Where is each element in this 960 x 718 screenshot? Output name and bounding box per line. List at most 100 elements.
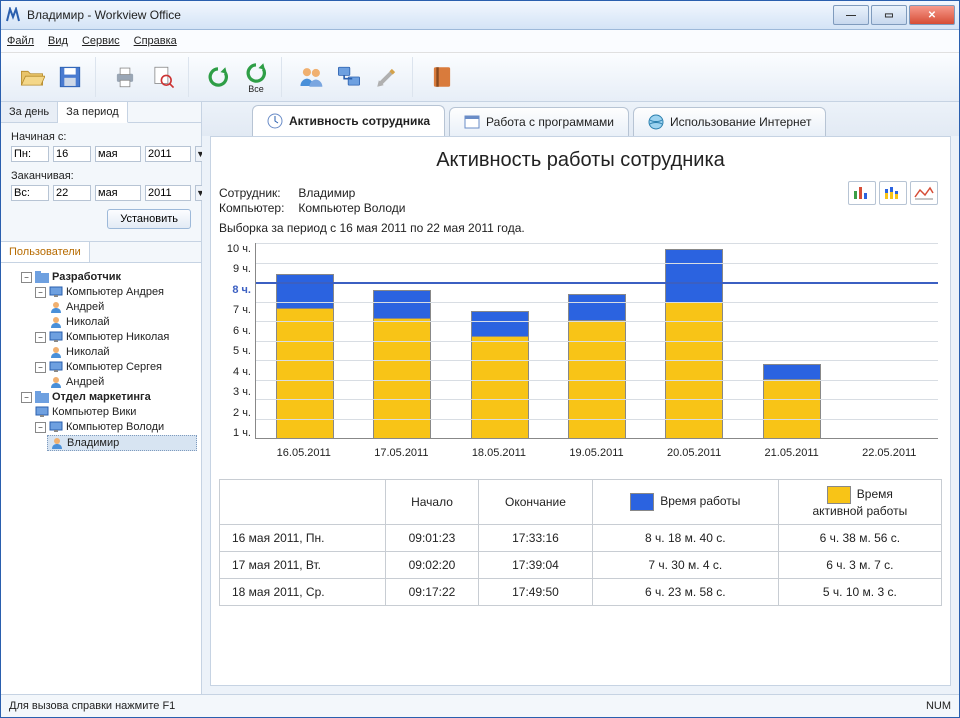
report-title: Активность работы сотрудника <box>219 149 942 172</box>
window-title: Владимир - Workview Office <box>27 8 833 22</box>
status-hint: Для вызова справки нажмите F1 <box>9 700 175 712</box>
to-year[interactable] <box>145 185 191 201</box>
tree-node-pc-sergey[interactable]: −Компьютер Сергея <box>33 360 197 374</box>
computer-icon <box>49 331 63 343</box>
chart-type-bar-button[interactable] <box>848 181 876 205</box>
minimize-button[interactable]: — <box>833 5 869 25</box>
menu-service[interactable]: Сервис <box>82 35 120 47</box>
open-button[interactable] <box>15 60 49 94</box>
menu-help[interactable]: Справка <box>134 35 177 47</box>
tree-node-pc-viki[interactable]: Компьютер Вики <box>33 405 197 419</box>
print-preview-button[interactable] <box>146 60 180 94</box>
report-area: Активность работы сотрудника Сотрудник: … <box>210 136 951 686</box>
tree-node-user-andrey2[interactable]: Андрей <box>47 375 197 389</box>
collapse-icon[interactable]: − <box>35 332 46 343</box>
window-icon <box>464 114 480 130</box>
chart-type-stacked-button[interactable] <box>879 181 907 205</box>
folder-icon <box>35 391 49 403</box>
help-button[interactable] <box>425 60 459 94</box>
refresh-button[interactable] <box>201 60 235 94</box>
collapse-icon[interactable]: − <box>35 422 46 433</box>
save-button[interactable] <box>53 60 87 94</box>
toolbar: Все <box>1 53 959 102</box>
tree-node-pc-volodi[interactable]: −Компьютер Володи <box>33 420 197 434</box>
maximize-button[interactable]: ▭ <box>871 5 907 25</box>
to-month[interactable] <box>95 185 141 201</box>
apply-button[interactable]: Установить <box>107 209 191 229</box>
side-tab-period[interactable]: За период <box>58 102 127 123</box>
col-end: Окончание <box>479 480 593 525</box>
menu-view[interactable]: Вид <box>48 35 68 47</box>
legend-active-icon <box>827 486 851 504</box>
tree-node-user-nikolay[interactable]: Николай <box>47 315 197 329</box>
print-button[interactable] <box>108 60 142 94</box>
computers-button[interactable] <box>332 60 366 94</box>
computer-icon <box>49 361 63 373</box>
chart-type-line-button[interactable] <box>910 181 938 205</box>
users-tab[interactable]: Пользователи <box>1 242 90 262</box>
side-tab-day[interactable]: За день <box>1 102 58 122</box>
menu-file[interactable]: Файл <box>7 35 34 47</box>
collapse-icon[interactable]: − <box>21 392 32 403</box>
user-icon <box>49 316 63 328</box>
computer-icon <box>49 421 63 433</box>
globe-icon <box>648 114 664 130</box>
refresh-all-button[interactable]: Все <box>239 60 273 94</box>
refresh-all-label: Все <box>248 84 264 94</box>
report-tabs: Активность сотрудника Работа с программа… <box>202 102 959 136</box>
to-dow[interactable] <box>11 185 49 201</box>
tab-programs[interactable]: Работа с программами <box>449 107 629 136</box>
user-icon <box>49 376 63 388</box>
from-label: Начиная с: <box>11 131 191 143</box>
from-year[interactable] <box>145 146 191 162</box>
activity-chart: 10 ч.9 ч.8 ч.7 ч.6 ч.5 ч.4 ч.3 ч.2 ч.1 ч… <box>255 243 938 463</box>
user-icon <box>49 346 63 358</box>
collapse-icon[interactable]: − <box>35 362 46 373</box>
status-bar: Для вызова справки нажмите F1 NUM <box>1 694 959 717</box>
from-day[interactable] <box>53 146 91 162</box>
table-row: 18 мая 2011, Ср.09:17:2217:49:506 ч. 23 … <box>220 579 942 606</box>
col-active: Время активной работы <box>778 480 941 525</box>
computer-value: Компьютер Володи <box>298 201 405 215</box>
table-row: 17 мая 2011, Вт.09:02:2017:39:047 ч. 30 … <box>220 552 942 579</box>
tree-node-pc-nikolay[interactable]: −Компьютер Николая <box>33 330 197 344</box>
employee-label: Сотрудник: <box>219 186 295 200</box>
date-filter: Начиная с: ▼ Заканчивая: ▼ Ус <box>1 123 201 242</box>
report-table: Начало Окончание Время работы Время акти… <box>219 479 942 606</box>
close-button[interactable]: ✕ <box>909 5 955 25</box>
collapse-icon[interactable]: − <box>21 272 32 283</box>
to-label: Заканчивая: <box>11 170 191 182</box>
title-bar: Владимир - Workview Office — ▭ ✕ <box>1 1 959 30</box>
status-num: NUM <box>926 700 951 712</box>
tree-node-pc-andrey[interactable]: −Компьютер Андрея <box>33 285 197 299</box>
col-start: Начало <box>385 480 478 525</box>
legend-work-icon <box>630 493 654 511</box>
employee-value: Владимир <box>298 186 355 200</box>
user-icon <box>49 301 63 313</box>
computer-label: Компьютер: <box>219 201 295 215</box>
col-date <box>220 480 386 525</box>
computer-icon <box>49 286 63 298</box>
folder-icon <box>35 271 49 283</box>
to-day[interactable] <box>53 185 91 201</box>
tree-node-user-vladimir[interactable]: Владимир <box>47 435 197 451</box>
app-icon <box>5 7 21 23</box>
date-range-text: Выборка за период с 16 мая 2011 по 22 ма… <box>219 221 942 235</box>
from-dow[interactable] <box>11 146 49 162</box>
collapse-icon[interactable]: − <box>35 287 46 298</box>
clock-icon <box>267 113 283 129</box>
tree-node-user-nikolay2[interactable]: Николай <box>47 345 197 359</box>
users-tree: −Разработчик −Компьютер Андрея Андрей Ни… <box>1 263 201 694</box>
tab-activity[interactable]: Активность сотрудника <box>252 105 445 136</box>
tree-node-user-andrey[interactable]: Андрей <box>47 300 197 314</box>
settings-button[interactable] <box>370 60 404 94</box>
user-icon <box>50 437 64 449</box>
tab-internet[interactable]: Использование Интернет <box>633 107 826 136</box>
col-work: Время работы <box>592 480 778 525</box>
from-month[interactable] <box>95 146 141 162</box>
tree-node-dev[interactable]: −Разработчик <box>19 270 197 284</box>
sidebar: За день За период Начиная с: ▼ Заканчива… <box>1 102 202 694</box>
users-button[interactable] <box>294 60 328 94</box>
tree-node-marketing[interactable]: −Отдел маркетинга <box>19 390 197 404</box>
table-row: 16 мая 2011, Пн.09:01:2317:33:168 ч. 18 … <box>220 525 942 552</box>
